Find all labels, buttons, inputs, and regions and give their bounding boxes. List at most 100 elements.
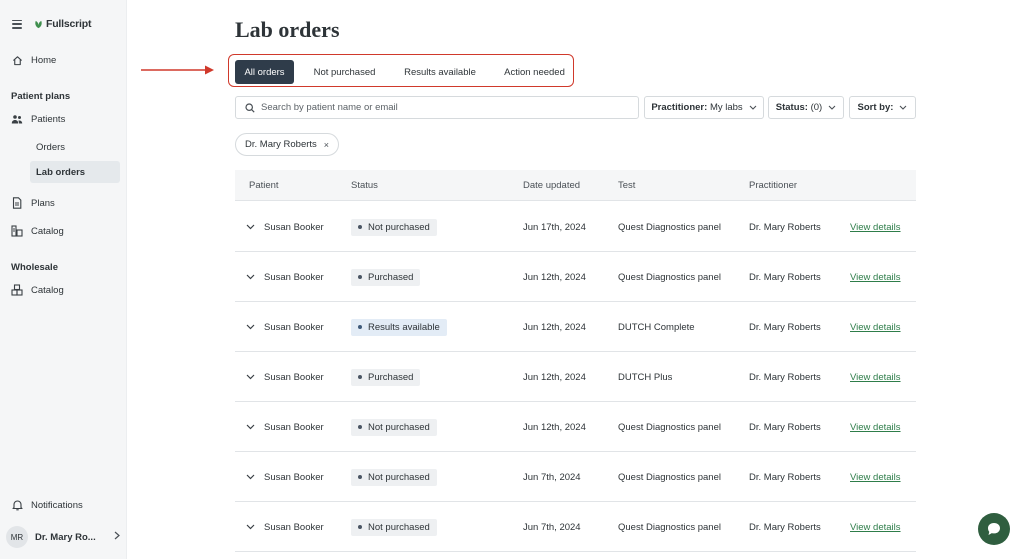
patient-name: Susan Booker — [264, 221, 324, 233]
sidebar-item-lab-orders[interactable]: Lab orders — [30, 161, 120, 183]
column-header-test: Test — [618, 180, 636, 191]
expand-chevron-icon[interactable] — [246, 402, 255, 452]
table-row: Susan Booker Not purchased Jun 7th, 2024… — [235, 452, 916, 502]
status-filter-dropdown[interactable]: Status: (0) — [768, 96, 844, 119]
menu-icon[interactable] — [12, 19, 22, 29]
sidebar-item-patients[interactable]: Patients — [11, 113, 65, 125]
chat-button[interactable] — [978, 513, 1010, 545]
table-row: Susan Booker Purchased Jun 12th, 2024 Qu… — [235, 252, 916, 302]
table-row: Susan Booker Not purchased Jun 17th, 202… — [235, 202, 916, 252]
annotation-arrow — [141, 65, 214, 75]
status-text: Purchased — [368, 271, 414, 283]
status-text: Not purchased — [368, 421, 430, 433]
view-details-link[interactable]: View details — [850, 372, 901, 383]
sidebar-item-notifications[interactable]: Notifications — [11, 499, 83, 511]
tab-all-orders[interactable]: All orders — [235, 60, 294, 84]
sidebar-item-catalog[interactable]: Catalog — [11, 225, 64, 237]
practitioner-name: Dr. Mary Roberts — [749, 421, 821, 433]
practitioner-name: Dr. Mary Roberts — [749, 321, 821, 333]
expand-chevron-icon[interactable] — [246, 202, 255, 252]
status-badge: Not purchased — [351, 418, 437, 436]
practitioner-filter-value: My labs — [709, 102, 743, 113]
practitioner-filter-dropdown[interactable]: Practitioner: My labs — [644, 96, 764, 119]
document-icon — [11, 197, 23, 209]
date-updated: Jun 7th, 2024 — [523, 471, 581, 483]
search-box — [235, 96, 639, 119]
date-updated: Jun 7th, 2024 — [523, 521, 581, 533]
sidebar-item-orders[interactable]: Orders — [30, 136, 120, 158]
bell-icon — [11, 499, 23, 511]
table-header: Patient Status Date updated Test Practit… — [235, 170, 916, 201]
date-updated: Jun 12th, 2024 — [523, 321, 586, 333]
test-name: DUTCH Plus — [618, 371, 673, 383]
active-filter-chip: Dr. Mary Roberts × — [235, 133, 340, 156]
practitioner-name: Dr. Mary Roberts — [749, 271, 821, 283]
table-row: Susan Booker Purchased Jun 12th, 2024 DU… — [235, 352, 916, 402]
expand-chevron-icon[interactable] — [246, 352, 255, 402]
sidebar-item-wholesale-catalog[interactable]: Catalog — [11, 284, 64, 296]
chevron-down-icon — [900, 105, 907, 110]
sidebar-item-plans[interactable]: Plans — [11, 197, 55, 209]
patient-name: Susan Booker — [264, 471, 324, 483]
view-details-link[interactable]: View details — [850, 472, 901, 483]
brand-logo[interactable]: Fullscript — [34, 18, 91, 30]
practitioner-name: Dr. Mary Roberts — [749, 521, 821, 533]
status-badge: Not purchased — [351, 218, 437, 236]
expand-chevron-icon[interactable] — [246, 302, 255, 352]
sort-dropdown[interactable]: Sort by: — [849, 96, 916, 119]
patient-name: Susan Booker — [264, 321, 324, 333]
avatar: MR — [6, 526, 28, 548]
view-details-link[interactable]: View details — [850, 222, 901, 233]
tab-not-purchased[interactable]: Not purchased — [305, 60, 384, 84]
chevron-down-icon — [749, 105, 757, 110]
expand-chevron-icon[interactable] — [246, 252, 255, 302]
date-updated: Jun 12th, 2024 — [523, 271, 586, 283]
close-icon[interactable]: × — [324, 140, 329, 150]
table-row: Susan Booker Not purchased Jun 7th, 2024… — [235, 502, 916, 552]
table-row: Susan Booker Not purchased Jun 12th, 202… — [235, 402, 916, 452]
practitioner-name: Dr. Mary Roberts — [749, 221, 821, 233]
view-details-link[interactable]: View details — [850, 522, 901, 533]
sort-label: Sort by: — [857, 102, 894, 113]
column-header-status: Status — [351, 180, 378, 191]
status-text: Not purchased — [368, 221, 430, 233]
search-input[interactable] — [261, 102, 621, 113]
view-details-link[interactable]: View details — [850, 422, 901, 433]
status-text: Purchased — [368, 371, 414, 383]
search-icon — [245, 102, 255, 113]
user-name: Dr. Mary Ro... — [35, 531, 96, 543]
table-row: Susan Booker Results available Jun 12th,… — [235, 302, 916, 352]
tab-results-available[interactable]: Results available — [396, 60, 484, 84]
date-updated: Jun 12th, 2024 — [523, 371, 586, 383]
patient-name: Susan Booker — [264, 271, 324, 283]
sidebar-item-home[interactable]: Home — [11, 54, 56, 66]
test-name: Quest Diagnostics panel — [618, 521, 721, 533]
user-menu[interactable]: MR Dr. Mary Ro... — [6, 526, 120, 548]
view-details-link[interactable]: View details — [850, 322, 901, 333]
date-updated: Jun 12th, 2024 — [523, 421, 586, 433]
view-details-link[interactable]: View details — [850, 272, 901, 283]
patient-name: Susan Booker — [264, 521, 324, 533]
sidebar-item-label: Catalog — [31, 225, 64, 237]
test-name: DUTCH Complete — [618, 321, 695, 333]
status-badge: Purchased — [351, 268, 421, 286]
sidebar-header: Fullscript — [12, 18, 91, 30]
status-text: Results available — [368, 321, 440, 333]
patient-name: Susan Booker — [264, 371, 324, 383]
expand-chevron-icon[interactable] — [246, 502, 255, 552]
expand-chevron-icon[interactable] — [246, 452, 255, 502]
sidebar-item-label: Home — [31, 54, 57, 66]
column-header-patient: Patient — [249, 180, 279, 191]
test-name: Quest Diagnostics panel — [618, 221, 721, 233]
practitioner-filter-label: Practitioner: — [651, 102, 708, 113]
test-name: Quest Diagnostics panel — [618, 471, 721, 483]
sidebar-item-label: Plans — [31, 197, 55, 209]
patient-name: Susan Booker — [264, 421, 324, 433]
status-filter-value: (0) — [810, 102, 823, 113]
test-name: Quest Diagnostics panel — [618, 271, 721, 283]
tab-action-needed[interactable]: Action needed — [496, 60, 573, 84]
catalog-icon — [11, 225, 23, 237]
chevron-right-icon — [114, 531, 120, 543]
status-filter-label: Status: — [775, 102, 808, 113]
sidebar-section-patient-plans: Patient plans — [11, 91, 71, 102]
